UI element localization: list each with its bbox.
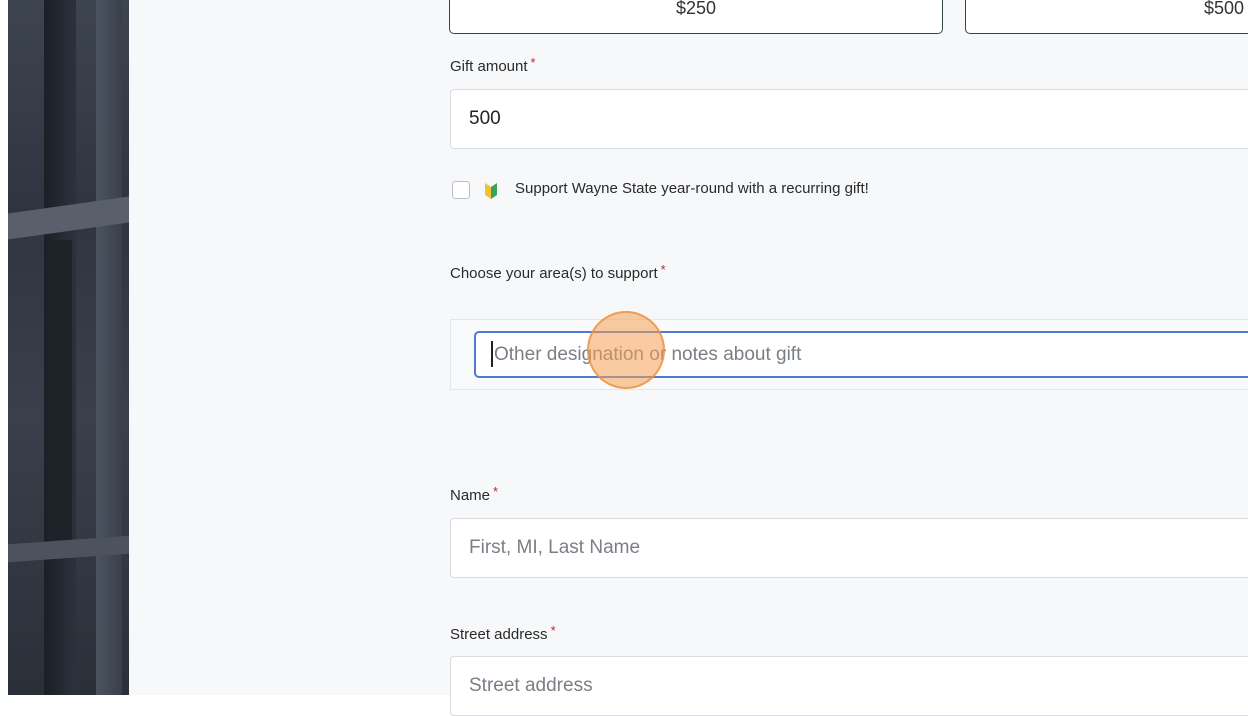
gift-amount-label: Gift amount * <box>450 55 536 75</box>
donation-form: $250 $500 Gift amount * 500 Support Wayne… <box>129 0 1248 716</box>
designation-label: Choose your area(s) to support * <box>450 262 666 282</box>
street-address-placeholder: Street address <box>469 675 593 696</box>
required-mark: * <box>493 484 499 499</box>
click-indicator <box>587 311 665 389</box>
street-address-input[interactable]: Street address <box>450 656 1248 716</box>
required-mark: * <box>660 262 666 277</box>
text-caret <box>491 341 493 367</box>
recurring-gift-checkbox[interactable] <box>452 181 470 199</box>
name-placeholder: First, MI, Last Name <box>469 537 641 558</box>
left-margin <box>0 0 8 695</box>
required-mark: * <box>530 55 536 70</box>
background-photo <box>8 0 129 695</box>
gift-amount-input[interactable]: 500 <box>450 89 1248 149</box>
name-label: Name * <box>450 484 499 504</box>
name-label-text: Name <box>450 487 491 504</box>
designation-label-text: Choose your area(s) to support <box>450 265 658 282</box>
amount-500-button[interactable]: $500 <box>965 0 1248 34</box>
name-input[interactable]: First, MI, Last Name <box>450 518 1248 578</box>
required-mark: * <box>550 623 556 638</box>
leaf-icon <box>485 183 497 199</box>
photo-window <box>52 240 72 540</box>
recurring-gift-label: Support Wayne State year-round with a re… <box>515 180 869 197</box>
gift-amount-label-text: Gift amount <box>450 58 528 75</box>
amount-250-button[interactable]: $250 <box>449 0 943 34</box>
street-address-label-text: Street address <box>450 626 548 643</box>
photo-beam <box>96 0 122 695</box>
street-address-label: Street address * <box>450 623 556 643</box>
